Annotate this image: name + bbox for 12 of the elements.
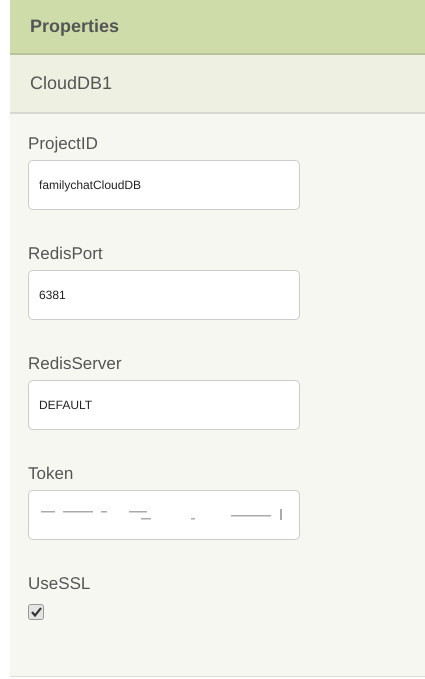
token-input[interactable] — [28, 490, 300, 540]
property-label: RedisServer — [28, 353, 122, 375]
property-label: UseSSL — [28, 573, 90, 595]
panel-title: Properties — [30, 15, 120, 38]
property-label: ProjectID — [28, 133, 98, 155]
checkbox[interactable] — [28, 604, 44, 620]
component-name: CloudDB1 — [30, 72, 112, 96]
property-input[interactable]: 6381 — [28, 270, 300, 320]
property-input[interactable]: DEFAULT — [28, 380, 300, 430]
property-label: Token — [28, 463, 74, 485]
property-label: RedisPort — [28, 243, 103, 265]
property-input[interactable]: familychatCloudDB — [28, 160, 300, 210]
